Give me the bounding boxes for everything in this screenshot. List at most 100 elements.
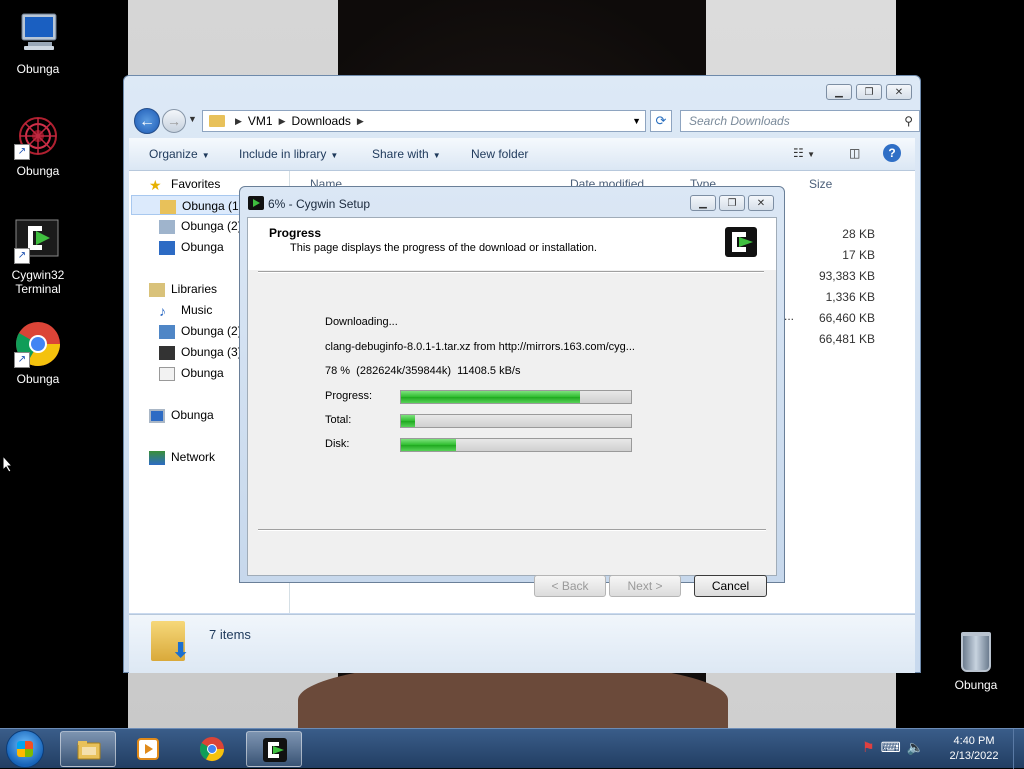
next-button[interactable]: Next > bbox=[609, 575, 681, 597]
computer-icon bbox=[149, 408, 165, 423]
search-input[interactable]: Search Downloads ⚲ bbox=[680, 110, 920, 132]
videos-icon bbox=[159, 345, 175, 360]
cancel-button[interactable]: Cancel bbox=[694, 575, 767, 597]
cygwin-terminal-icon: ↗ bbox=[14, 216, 62, 264]
minimize-button[interactable]: ▁ bbox=[690, 195, 716, 211]
explorer-caption-buttons: ▁ ❐ ✕ bbox=[826, 84, 912, 100]
nav-library-music[interactable]: ♪ Music bbox=[159, 300, 212, 320]
taskbar-cygwin-setup-button[interactable] bbox=[246, 731, 302, 767]
breadcrumb-vm1[interactable]: VM1 bbox=[248, 114, 273, 128]
progress-bar bbox=[400, 390, 632, 404]
dialog-caption-buttons: ▁ ❐ ✕ bbox=[690, 195, 774, 211]
action-center-icon[interactable]: ⚑ bbox=[862, 739, 875, 756]
nav-library-videos[interactable]: Obunga (3) bbox=[159, 342, 242, 362]
nav-network[interactable]: Network bbox=[149, 447, 215, 467]
chevron-right-icon[interactable]: ▶ bbox=[357, 116, 364, 127]
change-view-button[interactable]: ☷ ▼ bbox=[793, 146, 815, 160]
nav-library-pictures[interactable]: Obunga (2) bbox=[159, 321, 242, 341]
chevron-right-icon[interactable]: ▶ bbox=[235, 116, 242, 127]
taskbar: ⚑ ⌨ 🔈 4:40 PM 2/13/2022 bbox=[0, 728, 1024, 769]
desktop-icon-spiral-app[interactable]: ↗ Obunga bbox=[0, 112, 78, 178]
address-bar[interactable]: ▶ VM1 ▶ Downloads ▶ ▼ bbox=[202, 110, 646, 132]
maximize-button[interactable]: ❐ bbox=[856, 84, 882, 100]
address-dropdown-icon[interactable]: ▼ bbox=[632, 116, 641, 126]
spiral-app-icon: ↗ bbox=[14, 112, 62, 160]
chrome-icon bbox=[199, 737, 224, 762]
nav-favorites[interactable]: ★ Favorites bbox=[149, 174, 220, 194]
taskbar-chrome-button[interactable] bbox=[184, 731, 240, 767]
header-divider bbox=[258, 271, 764, 273]
file-size: 66,481 KB bbox=[818, 332, 875, 346]
desktop-icon-label: Obunga bbox=[16, 62, 60, 76]
include-in-library-button[interactable]: Include in library ▼ bbox=[239, 147, 338, 161]
chevron-down-icon: ▼ bbox=[330, 151, 339, 160]
refresh-button[interactable]: ⟳ bbox=[650, 110, 672, 132]
transfer-stats-text: 78 % (282624k/359844k) 11408.5 kB/s bbox=[325, 365, 521, 377]
progress-label: Progress: bbox=[325, 390, 373, 402]
preview-pane-button[interactable]: ◫ bbox=[849, 146, 860, 160]
cygwin-setup-dialog: 6% - Cygwin Setup ▁ ❐ ✕ Progress This pa… bbox=[239, 186, 785, 597]
nav-libraries[interactable]: Libraries bbox=[149, 279, 217, 299]
desktop-icon-chrome[interactable]: ↗ Obunga bbox=[0, 320, 78, 386]
close-button[interactable]: ✕ bbox=[886, 84, 912, 100]
close-button[interactable]: ✕ bbox=[748, 195, 774, 211]
volume-icon[interactable]: 🔈 bbox=[907, 739, 924, 756]
desktop-icon-computer[interactable]: Obunga bbox=[0, 10, 78, 76]
clock[interactable]: 4:40 PM 2/13/2022 bbox=[934, 734, 1014, 764]
desktop-icon-label: Obunga bbox=[16, 372, 60, 386]
back-button[interactable]: ← bbox=[134, 108, 160, 134]
command-bar: Organize ▼ Include in library ▼ Share with… bbox=[129, 138, 915, 171]
taskbar-media-player-button[interactable] bbox=[120, 731, 176, 767]
show-desktop-button[interactable] bbox=[1013, 729, 1024, 769]
search-placeholder: Search Downloads bbox=[689, 114, 790, 128]
media-player-icon bbox=[137, 738, 159, 760]
nav-library-documents[interactable]: Obunga bbox=[159, 363, 224, 383]
footer-divider bbox=[258, 529, 766, 531]
page-title: Progress bbox=[269, 226, 322, 240]
organize-button[interactable]: Organize ▼ bbox=[149, 147, 210, 161]
column-header-size[interactable]: Size bbox=[809, 177, 832, 191]
star-icon: ★ bbox=[149, 176, 162, 193]
new-folder-button[interactable]: New folder bbox=[471, 147, 528, 161]
recycle-bin-icon bbox=[961, 632, 991, 672]
truncated-type-marker: ... bbox=[784, 309, 795, 323]
clock-time: 4:40 PM bbox=[953, 735, 995, 747]
downloads-folder-icon bbox=[160, 199, 176, 214]
music-icon: ♪ bbox=[159, 302, 166, 319]
system-tray: ⚑ ⌨ 🔈 bbox=[862, 739, 924, 756]
nav-favorites-item-2[interactable]: Obunga (2) bbox=[159, 216, 242, 236]
help-icon[interactable]: ? bbox=[883, 144, 901, 162]
file-size: 28 KB bbox=[842, 227, 875, 241]
details-pane: ⬇ 7 items bbox=[129, 614, 915, 673]
desktop-icon-recycle-bin[interactable]: Obunga bbox=[936, 632, 1016, 692]
libraries-icon bbox=[149, 282, 165, 297]
recent-pages-dropdown[interactable]: ▼ bbox=[188, 114, 197, 124]
computer-icon bbox=[14, 10, 62, 58]
start-button[interactable] bbox=[6, 730, 44, 768]
file-size: 17 KB bbox=[842, 248, 875, 262]
shortcut-arrow-icon: ↗ bbox=[14, 352, 30, 368]
nav-computer[interactable]: Obunga bbox=[149, 405, 214, 425]
share-with-button[interactable]: Share with ▼ bbox=[372, 147, 441, 161]
pictures-icon bbox=[159, 324, 175, 339]
breadcrumb-downloads[interactable]: Downloads bbox=[292, 114, 351, 128]
minimize-button[interactable]: ▁ bbox=[826, 84, 852, 100]
desktop-icon-label: Obunga bbox=[16, 164, 60, 178]
search-icon[interactable]: ⚲ bbox=[904, 111, 913, 131]
network-status-icon[interactable]: ⌨ bbox=[881, 739, 901, 756]
file-size: 93,383 KB bbox=[818, 269, 875, 283]
back-button[interactable]: < Back bbox=[534, 575, 606, 597]
chevron-right-icon[interactable]: ▶ bbox=[279, 116, 286, 127]
address-row: ← → ▼ ▶ VM1 ▶ Downloads ▶ ▼ ⟳ Search Dow… bbox=[132, 106, 920, 136]
forward-button[interactable]: → bbox=[162, 109, 186, 133]
maximize-button[interactable]: ❐ bbox=[719, 195, 745, 211]
recent-places-icon bbox=[159, 240, 175, 255]
mouse-cursor-icon bbox=[2, 455, 14, 473]
status-text: Downloading... bbox=[325, 316, 398, 328]
nav-favorites-item-3[interactable]: Obunga bbox=[159, 237, 224, 257]
network-icon bbox=[149, 450, 165, 465]
shortcut-arrow-icon: ↗ bbox=[14, 144, 30, 160]
taskbar-explorer-button[interactable] bbox=[60, 731, 116, 767]
chevron-down-icon: ▼ bbox=[432, 151, 441, 160]
desktop-icon-cygwin-terminal[interactable]: ↗ Cygwin32 Terminal bbox=[0, 216, 78, 296]
